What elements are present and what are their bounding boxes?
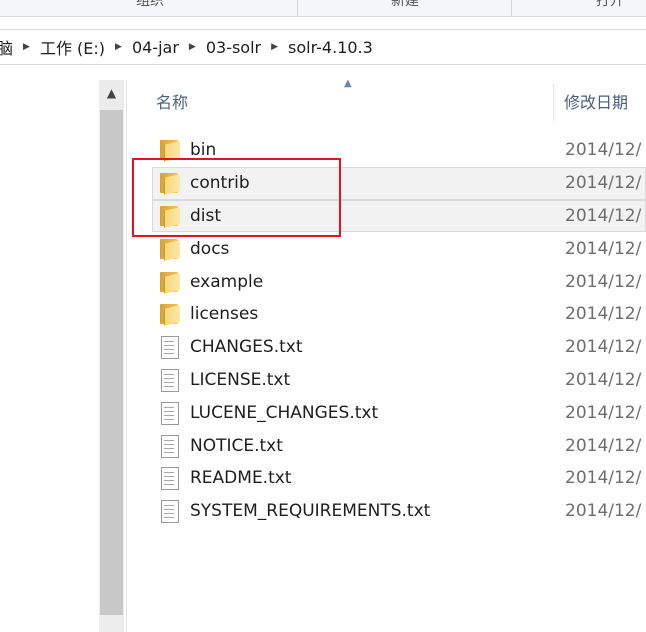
- chevron-right-icon[interactable]: ▶: [17, 42, 36, 52]
- chevron-right-icon[interactable]: ▶: [183, 42, 202, 52]
- file-date: 2014/12/: [565, 238, 642, 259]
- list-item[interactable]: LICENSE.txt 2014/12/: [152, 364, 646, 397]
- breadcrumb-item-solr-4-10-3[interactable]: solr-4.10.3: [284, 38, 377, 57]
- file-date: 2014/12/: [565, 337, 642, 358]
- ribbon-divider: [511, 0, 512, 16]
- list-item[interactable]: SYSTEM_REQUIREMENTS.txt 2014/12/: [152, 495, 646, 528]
- annotation-highlight-box: [132, 158, 341, 237]
- text-file-icon: [158, 368, 184, 392]
- file-name: example: [190, 271, 264, 292]
- text-file-icon: [158, 336, 184, 360]
- text-file-icon: [158, 467, 184, 491]
- navigation-pane[interactable]: [0, 80, 99, 632]
- chevron-right-icon[interactable]: ▶: [109, 42, 128, 52]
- breadcrumb[interactable]: 脑 ▶ 工作 (E:) ▶ 04-jar ▶ 03-solr ▶ solr-4.…: [0, 29, 646, 65]
- file-name: CHANGES.txt: [190, 337, 303, 358]
- column-header-name[interactable]: 名称: [156, 88, 551, 118]
- file-date: 2014/12/: [565, 501, 642, 522]
- ribbon-group-organize[interactable]: 组织: [95, 0, 205, 16]
- ribbon-divider: [297, 0, 298, 16]
- file-name: SYSTEM_REQUIREMENTS.txt: [190, 501, 431, 522]
- list-item[interactable]: CHANGES.txt 2014/12/: [152, 331, 646, 364]
- file-date: 2014/12/: [565, 369, 642, 390]
- list-item[interactable]: example 2014/12/: [152, 265, 646, 298]
- navigation-pane-scrollbar[interactable]: ▲: [99, 80, 124, 632]
- file-date: 2014/12/: [565, 271, 642, 292]
- ribbon: 组织 新建 打开: [0, 0, 646, 17]
- ribbon-group-open[interactable]: 打开: [575, 0, 645, 16]
- breadcrumb-item-03-solr[interactable]: 03-solr: [202, 38, 265, 57]
- file-date: 2014/12/: [565, 140, 642, 161]
- folder-icon: [158, 238, 184, 261]
- scroll-up-arrow-icon[interactable]: ▲: [99, 80, 124, 106]
- pane-divider[interactable]: [126, 80, 127, 632]
- folder-icon: [158, 271, 184, 294]
- list-item[interactable]: LUCENE_CHANGES.txt 2014/12/: [152, 396, 646, 429]
- text-file-icon: [158, 401, 184, 425]
- breadcrumb-item-04-jar[interactable]: 04-jar: [128, 38, 183, 57]
- list-item[interactable]: licenses 2014/12/: [152, 298, 646, 331]
- breadcrumb-item-computer[interactable]: 脑: [0, 35, 17, 59]
- file-date: 2014/12/: [565, 402, 642, 423]
- column-divider[interactable]: [553, 84, 554, 122]
- chevron-right-icon[interactable]: ▶: [265, 42, 284, 52]
- file-date: 2014/12/: [565, 435, 642, 456]
- column-header-date-modified[interactable]: 修改日期: [564, 88, 646, 118]
- file-date: 2014/12/: [565, 304, 642, 325]
- file-name: LUCENE_CHANGES.txt: [190, 402, 379, 423]
- folder-icon: [158, 303, 184, 327]
- file-name: LICENSE.txt: [190, 369, 291, 390]
- list-item[interactable]: docs 2014/12/: [152, 232, 646, 265]
- sort-ascending-icon: ▲: [344, 78, 352, 89]
- file-date: 2014/12/: [565, 205, 642, 226]
- text-file-icon: [158, 434, 184, 458]
- text-file-icon: [158, 500, 184, 524]
- breadcrumb-item-drive-e[interactable]: 工作 (E:): [36, 35, 109, 59]
- list-item[interactable]: README.txt 2014/12/: [152, 462, 646, 495]
- file-name: README.txt: [190, 468, 292, 489]
- file-date: 2014/12/: [565, 173, 642, 194]
- scrollbar-thumb[interactable]: [100, 110, 123, 615]
- file-name: NOTICE.txt: [190, 435, 283, 456]
- ribbon-group-new[interactable]: 新建: [330, 0, 480, 16]
- file-date: 2014/12/: [565, 468, 642, 489]
- file-name: docs: [190, 238, 230, 259]
- file-name: licenses: [190, 304, 259, 325]
- list-item[interactable]: NOTICE.txt 2014/12/: [152, 429, 646, 462]
